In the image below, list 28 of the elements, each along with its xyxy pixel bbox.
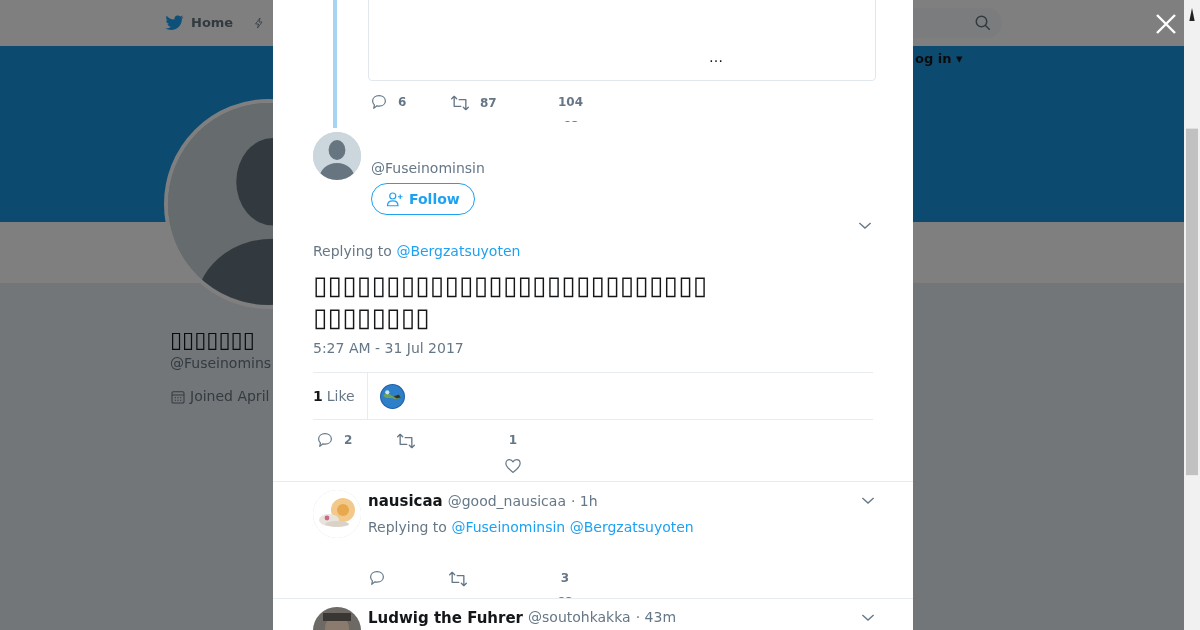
reply-count: 6 — [398, 94, 407, 111]
replying-to-text: Replying to @Fuseinominsin @Bergzatsuyoten — [368, 517, 695, 537]
user-name[interactable]: nausicaa — [368, 490, 443, 513]
mention-link[interactable]: @Fuseinominsin — [451, 518, 566, 535]
user-handle[interactable]: @Fuseinominsin — [371, 158, 485, 179]
replying-to-text: Replying to @Bergzatsuyoten — [312, 242, 522, 261]
user-handle[interactable]: @soutohkakka — [528, 607, 631, 629]
likes-link[interactable]: 1 Like — [313, 373, 368, 419]
tweet-time: · 43m — [635, 608, 677, 628]
like-count: 104 — [558, 94, 584, 111]
profile-handle: @Fuseinomins — [170, 354, 272, 373]
joined-date: Joined April — [190, 387, 270, 406]
like-count: 1 — [508, 432, 518, 449]
retweet-count: 87 — [480, 95, 497, 112]
tweet-timestamp: 5:27 AM - 31 Jul 2017 — [312, 339, 465, 358]
home-link[interactable]: Home — [163, 12, 234, 34]
tweet-text: ▯▯▯▯▯▯▯▯▯▯▯▯▯▯▯▯▯▯▯▯▯▯▯▯▯▯▯ ▯▯▯▯▯▯▯▯ — [312, 269, 709, 333]
follow-button[interactable]: Follow — [371, 183, 475, 215]
ellipsis-text: … — [709, 48, 723, 67]
reply-count: 2 — [344, 432, 353, 449]
profile-name: ▯▯▯▯▯▯▯ — [170, 327, 255, 353]
mention-link[interactable]: @Bergzatsuyoten — [396, 243, 521, 259]
tweet-time: · 1h — [570, 491, 598, 511]
user-name[interactable]: Ludwig the Fuhrer — [368, 606, 523, 629]
quoted-tweet-card[interactable]: … — [368, 0, 876, 81]
user-handle[interactable]: @good_nausicaa — [447, 490, 566, 512]
mention-link[interactable]: @Bergzatsuyoten — [569, 518, 694, 535]
like-count: 3 — [560, 569, 570, 587]
